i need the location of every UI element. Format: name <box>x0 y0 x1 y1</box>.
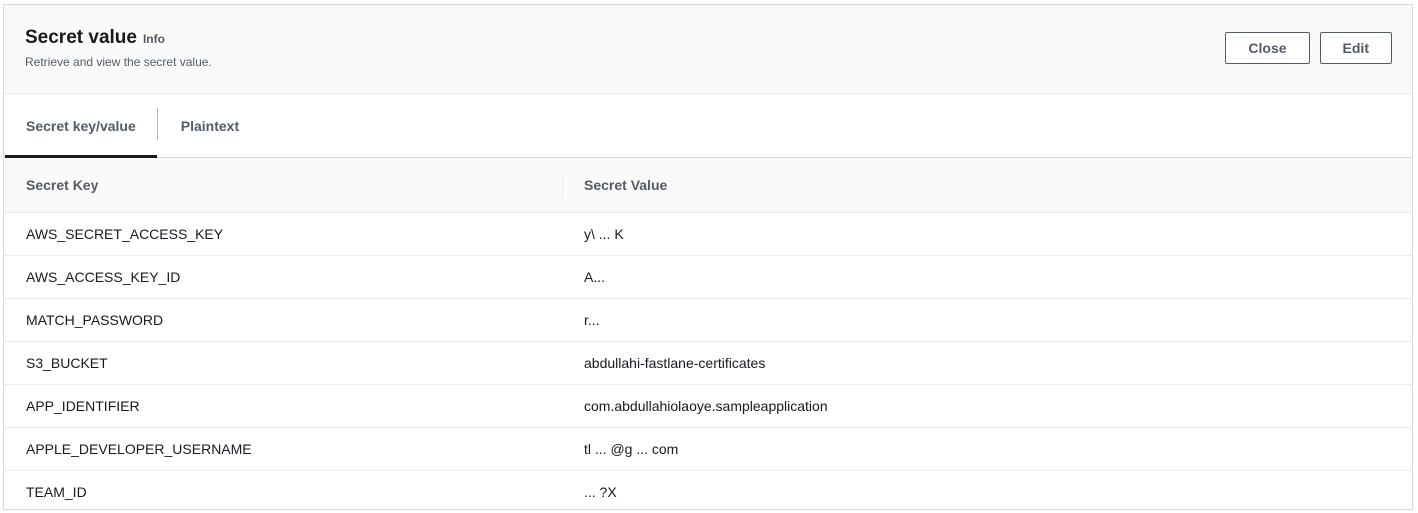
table-row: TEAM_ID ... ?X <box>4 471 1412 513</box>
edit-button[interactable]: Edit <box>1319 32 1392 64</box>
table-row: S3_BUCKET abdullahi-fastlane-certificate… <box>4 341 1412 385</box>
page-title: Secret value <box>25 27 137 48</box>
table-row: MATCH_PASSWORD r... <box>4 298 1412 342</box>
title-row: Secret value Info <box>25 27 165 49</box>
table-header-row: Secret Key Secret Value <box>4 158 1412 213</box>
table-row: AWS_ACCESS_KEY_ID A... <box>4 255 1412 299</box>
secret-value-cell: tl ... @g ... com <box>562 427 1412 471</box>
info-link[interactable]: Info <box>143 32 165 46</box>
header-actions: Close Edit <box>1225 32 1392 64</box>
secret-value-cell: com.abdullahiolaoye.sampleapplication <box>562 384 1412 428</box>
secret-key-cell: S3_BUCKET <box>4 341 562 385</box>
secret-key-cell: MATCH_PASSWORD <box>4 298 562 342</box>
secret-value-cell: abdullahi-fastlane-certificates <box>562 341 1412 385</box>
panel-header: Secret value Info Retrieve and view the … <box>4 5 1412 94</box>
tab-plaintext[interactable]: Plaintext <box>158 94 262 157</box>
table-row: APPLE_DEVELOPER_USERNAME tl ... @g ... c… <box>4 427 1412 471</box>
page-subtitle: Retrieve and view the secret value. <box>25 55 212 69</box>
table-row: AWS_SECRET_ACCESS_KEY y\ ... K <box>4 212 1412 256</box>
column-header-secret-value[interactable]: Secret Value <box>562 158 1412 213</box>
secret-value-cell: A... <box>562 255 1412 299</box>
secret-table: Secret Key Secret Value AWS_SECRET_ACCES… <box>4 158 1412 513</box>
table-row: APP_IDENTIFIER com.abdullahiolaoye.sampl… <box>4 384 1412 428</box>
column-header-secret-key[interactable]: Secret Key <box>4 158 562 213</box>
secret-value-cell: y\ ... K <box>562 212 1412 256</box>
secret-key-cell: AWS_SECRET_ACCESS_KEY <box>4 212 562 256</box>
secret-key-cell: APP_IDENTIFIER <box>4 384 562 428</box>
tab-secret-key-value[interactable]: Secret key/value <box>4 94 157 158</box>
secret-key-cell: TEAM_ID <box>26 484 87 500</box>
close-button[interactable]: Close <box>1225 32 1310 64</box>
secret-value-cell: ... ?X <box>584 484 617 500</box>
tab-bar: Secret key/value Plaintext <box>4 94 1412 158</box>
secret-key-cell: APPLE_DEVELOPER_USERNAME <box>4 427 562 471</box>
secret-key-cell: AWS_ACCESS_KEY_ID <box>4 255 562 299</box>
secret-value-cell: r... <box>562 298 1412 342</box>
secret-value-panel: Secret value Info Retrieve and view the … <box>3 4 1413 510</box>
